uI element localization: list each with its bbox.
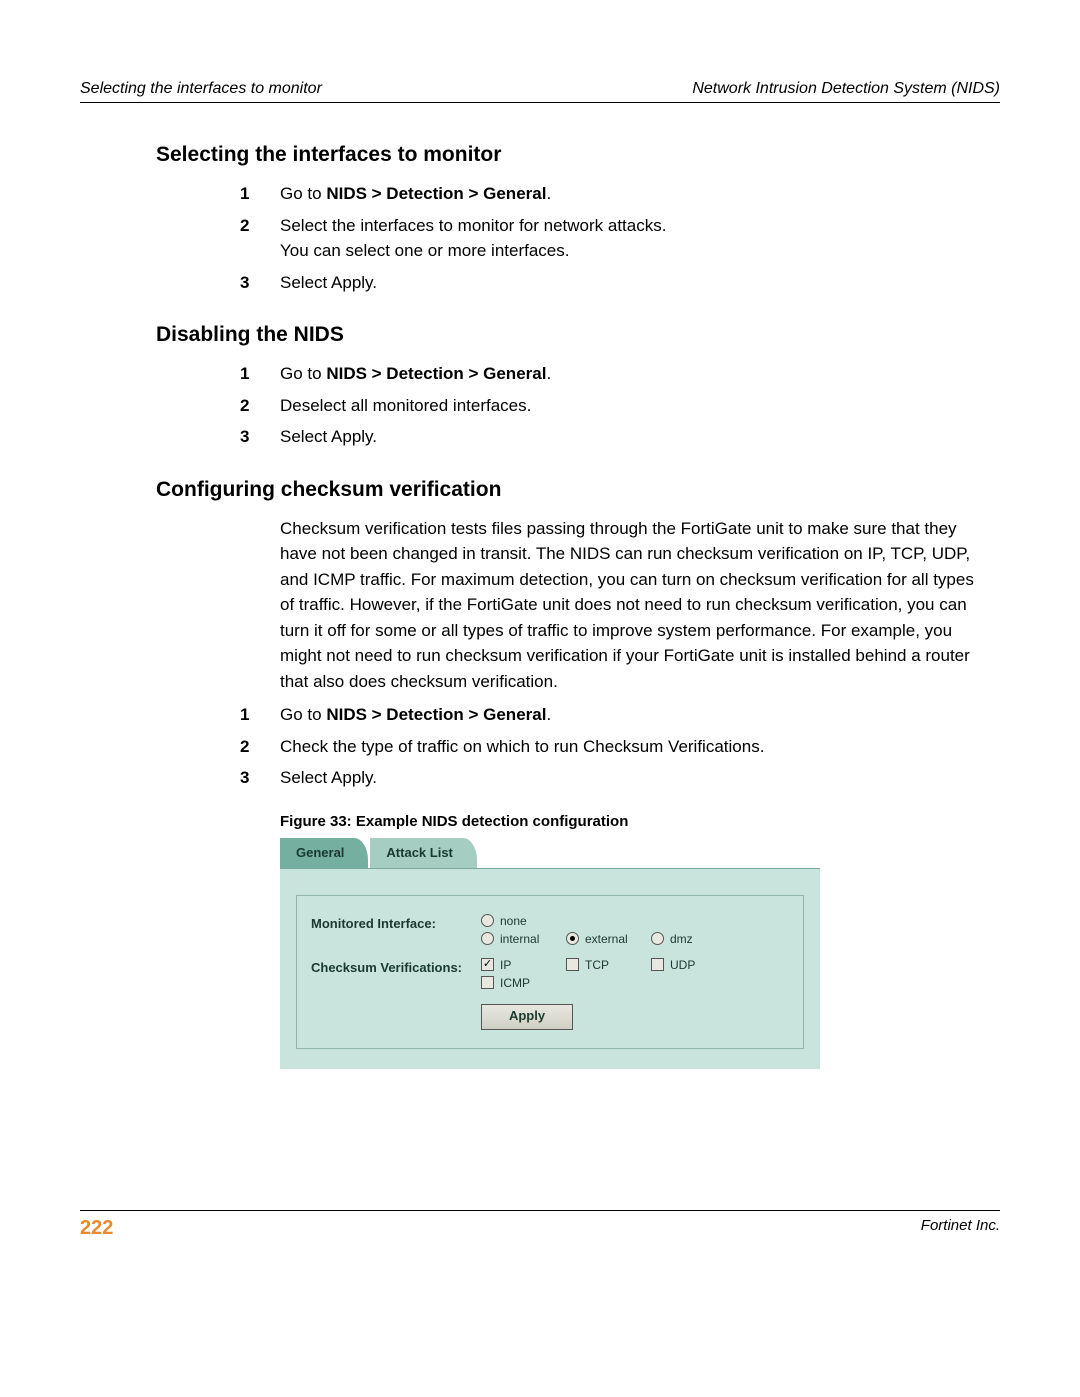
header-right: Network Intrusion Detection System (NIDS… (692, 80, 1000, 98)
monitored-interface-row: Monitored Interface: none (311, 914, 789, 950)
panel-outer: Monitored Interface: none (280, 869, 820, 1069)
step-number: 3 (240, 270, 280, 296)
step-number: 2 (240, 213, 280, 264)
step-row: 3 Select Apply. (280, 424, 980, 450)
checksum-row: Checksum Verifications: IP TCP (311, 958, 789, 994)
radio-dmz[interactable] (651, 932, 664, 945)
step-number: 2 (240, 393, 280, 419)
checkbox-udp-label: UDP (670, 958, 700, 972)
checkbox-ip[interactable] (481, 958, 494, 971)
checkbox-ip-label: IP (500, 958, 544, 972)
document-page: Selecting the interfaces to monitor Netw… (0, 0, 1080, 1280)
page-header: Selecting the interfaces to monitor Netw… (80, 80, 1000, 103)
section-3-paragraph: Checksum verification tests files passin… (280, 516, 980, 695)
step-text: Go to NIDS > Detection > General. (280, 702, 980, 728)
tab-row: General Attack List (280, 840, 820, 869)
step-text: Deselect all monitored interfaces. (280, 393, 980, 419)
step-row: 2 Deselect all monitored interfaces. (280, 393, 980, 419)
checkbox-icmp-label: ICMP (500, 976, 544, 990)
section-1-content: 1 Go to NIDS > Detection > General. 2 Se… (280, 181, 980, 295)
panel-inner: Monitored Interface: none (296, 895, 804, 1049)
apply-button[interactable]: Apply (481, 1004, 573, 1030)
checkbox-udp[interactable] (651, 958, 664, 971)
radio-external[interactable] (566, 932, 579, 945)
page-number: 222 (80, 1217, 113, 1240)
step-number: 2 (240, 734, 280, 760)
checksum-label: Checksum Verifications: (311, 958, 481, 975)
step-row: 2 Select the interfaces to monitor for n… (280, 213, 980, 264)
section-title-3: Configuring checksum verification (156, 478, 1000, 502)
radio-none-label: none (500, 914, 544, 928)
step-row: 1 Go to NIDS > Detection > General. (280, 181, 980, 207)
footer-company: Fortinet Inc. (921, 1217, 1000, 1240)
step-row: 1 Go to NIDS > Detection > General. (280, 361, 980, 387)
section-title-1: Selecting the interfaces to monitor (156, 143, 1000, 167)
radio-external-label: external (585, 932, 629, 946)
monitored-interface-controls: none internal external (481, 914, 789, 950)
header-left: Selecting the interfaces to monitor (80, 80, 322, 98)
step-row: 1 Go to NIDS > Detection > General. (280, 702, 980, 728)
radio-dmz-label: dmz (670, 932, 714, 946)
figure-caption: Figure 33: Example NIDS detection config… (280, 813, 980, 830)
radio-internal[interactable] (481, 932, 494, 945)
step-number: 3 (240, 424, 280, 450)
step-number: 1 (240, 181, 280, 207)
checkbox-tcp[interactable] (566, 958, 579, 971)
step-row: 3 Select Apply. (280, 765, 980, 791)
radio-none[interactable] (481, 914, 494, 927)
checkbox-tcp-label: TCP (585, 958, 629, 972)
nids-config-figure: General Attack List Monitored Interface:… (280, 840, 820, 1069)
step-row: 2 Check the type of traffic on which to … (280, 734, 980, 760)
step-number: 3 (240, 765, 280, 791)
tab-general[interactable]: General (280, 838, 368, 868)
page-footer: 222 Fortinet Inc. (80, 1210, 1000, 1240)
step-text: Go to NIDS > Detection > General. (280, 181, 980, 207)
section-2-content: 1 Go to NIDS > Detection > General. 2 De… (280, 361, 980, 450)
step-text: Select Apply. (280, 270, 980, 296)
tab-attack-list[interactable]: Attack List (370, 838, 476, 868)
checksum-controls: IP TCP UDP (481, 958, 789, 994)
step-row: 3 Select Apply. (280, 270, 980, 296)
step-text: Select Apply. (280, 765, 980, 791)
step-text: Select Apply. (280, 424, 980, 450)
step-text: Check the type of traffic on which to ru… (280, 734, 980, 760)
section-title-2: Disabling the NIDS (156, 323, 1000, 347)
section-3-content: Checksum verification tests files passin… (280, 516, 980, 1069)
radio-internal-label: internal (500, 932, 544, 946)
step-text: Go to NIDS > Detection > General. (280, 361, 980, 387)
step-text: Select the interfaces to monitor for net… (280, 213, 980, 264)
checkbox-icmp[interactable] (481, 976, 494, 989)
step-number: 1 (240, 702, 280, 728)
monitored-interface-label: Monitored Interface: (311, 914, 481, 931)
step-number: 1 (240, 361, 280, 387)
